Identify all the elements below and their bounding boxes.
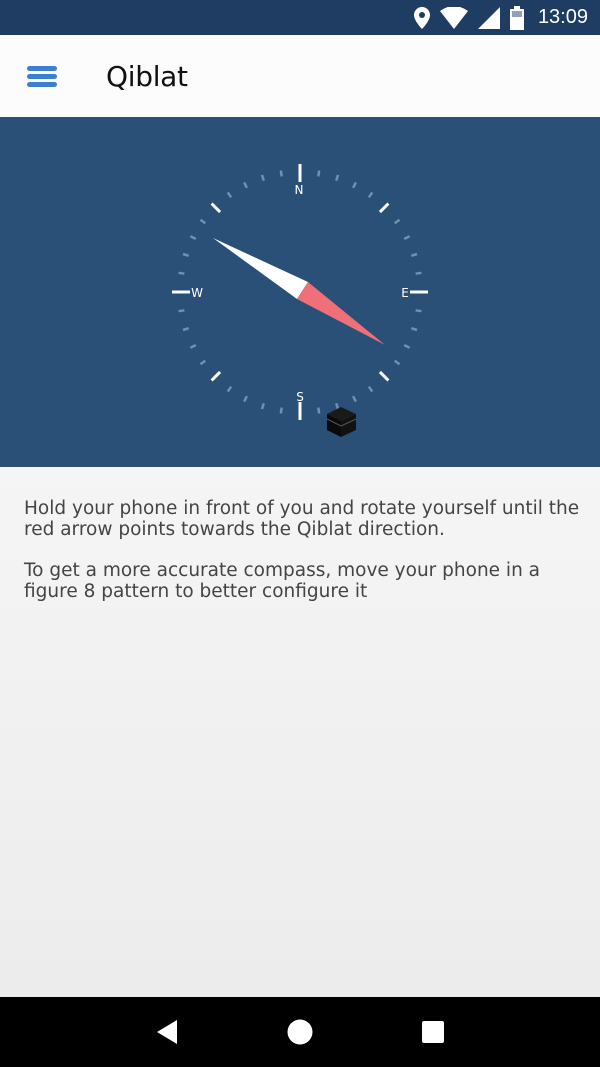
compass-label-west: W — [191, 286, 203, 300]
compass-tick — [226, 385, 233, 393]
compass-tick — [210, 370, 222, 382]
compass-tick — [351, 395, 357, 403]
compass-tick — [393, 359, 401, 366]
compass-tick — [189, 235, 197, 241]
home-icon — [287, 1019, 313, 1045]
instruction-calibrate: To get a more accurate compass, move you… — [24, 560, 541, 602]
instructions: Hold your phone in front of you and rota… — [24, 498, 584, 622]
page-title: Qiblat — [106, 59, 188, 93]
compass-needle — [213, 238, 385, 345]
location-icon — [413, 6, 430, 29]
needle-tail — [213, 238, 308, 299]
compass-tick — [279, 407, 283, 414]
compass-tick — [367, 191, 374, 199]
compass-tick — [378, 202, 390, 214]
compass-panel: N E S W — [0, 117, 600, 467]
compass-tick — [335, 402, 340, 410]
system-nav-bar — [0, 997, 600, 1067]
hamburger-menu-icon — [27, 63, 57, 90]
compass-label-east: E — [401, 286, 409, 300]
compass-tick — [415, 309, 422, 313]
app-bar: Qiblat — [0, 35, 600, 117]
compass-tick — [199, 218, 207, 225]
compass: N E S W — [172, 164, 428, 437]
recents-icon — [422, 1021, 445, 1043]
compass-tick — [415, 271, 422, 275]
compass-tick — [260, 174, 265, 182]
compass-tick — [393, 218, 401, 225]
compass-tick — [351, 181, 357, 189]
status-bar: 13:09 — [0, 0, 600, 35]
compass-tick — [317, 407, 321, 414]
compass-tick — [189, 343, 197, 349]
compass-tick — [226, 191, 233, 199]
compass-tick — [367, 385, 374, 393]
home-button[interactable] — [270, 1002, 330, 1062]
needle-pointer — [297, 282, 385, 345]
compass-label-south: S — [296, 390, 304, 404]
compass-tick — [243, 395, 249, 403]
compass-tick — [178, 271, 185, 275]
compass-tick — [410, 252, 418, 257]
compass-label-north: N — [295, 183, 304, 197]
wifi-icon — [439, 6, 468, 29]
compass-tick — [182, 252, 190, 257]
compass-tick — [182, 327, 190, 332]
compass-tick — [279, 170, 283, 177]
compass-tick — [335, 174, 340, 182]
instruction-rotate: Hold your phone in front of you and rota… — [24, 498, 580, 540]
battery-icon — [509, 5, 524, 30]
kaaba-icon — [326, 407, 357, 437]
compass-tick — [210, 202, 222, 214]
compass-tick — [378, 370, 390, 382]
clock-time: 13:09 — [537, 6, 588, 28]
cellular-signal-icon — [477, 6, 500, 29]
compass-tick — [403, 235, 411, 241]
compass-tick — [403, 343, 411, 349]
compass-tick — [243, 181, 249, 189]
compass-tick — [178, 309, 185, 313]
back-icon — [156, 1020, 177, 1044]
hamburger-menu-button[interactable] — [2, 35, 82, 117]
back-button[interactable] — [137, 1002, 197, 1062]
compass-tick — [410, 327, 418, 332]
compass-tick — [260, 402, 265, 410]
recents-button[interactable] — [403, 1002, 463, 1062]
compass-tick — [317, 170, 321, 177]
compass-tick — [199, 359, 207, 366]
